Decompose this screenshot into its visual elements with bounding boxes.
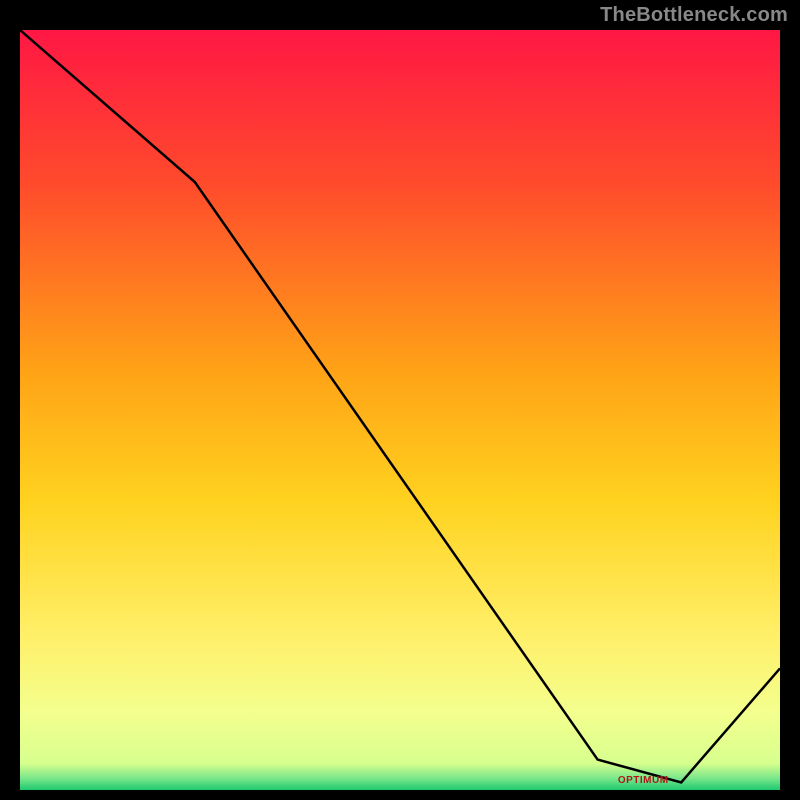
optimum-label: OPTIMUM bbox=[618, 775, 669, 786]
gradient-background bbox=[20, 30, 780, 790]
watermark-text: TheBottleneck.com bbox=[600, 4, 788, 27]
bottleneck-chart bbox=[20, 30, 780, 790]
chart-stage: TheBottleneck.com OPTIMUM bbox=[0, 0, 800, 800]
plot-area: OPTIMUM bbox=[20, 30, 780, 790]
